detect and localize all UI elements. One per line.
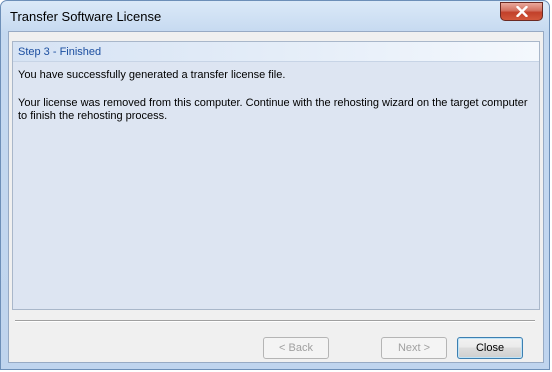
step-title: Step 3 - Finished [18,46,102,58]
step-header: Step 3 - Finished [13,42,539,62]
next-button[interactable]: Next > [381,337,447,359]
back-button[interactable]: < Back [263,337,329,359]
dialog-window: Transfer Software License Step 3 - Finis… [0,0,550,370]
dialog-client-area: Step 3 - Finished You have successfully … [8,31,544,363]
close-icon [515,6,528,17]
wizard-step-panel: Step 3 - Finished You have successfully … [12,41,540,310]
window-close-button[interactable] [500,2,543,21]
detail-message: Your license was removed from this compu… [18,97,528,122]
window-title: Transfer Software License [10,9,162,24]
button-separator [15,320,535,322]
close-button[interactable]: Close [457,337,523,359]
success-message: You have successfully generated a transf… [18,69,286,81]
title-bar[interactable]: Transfer Software License [1,1,549,31]
